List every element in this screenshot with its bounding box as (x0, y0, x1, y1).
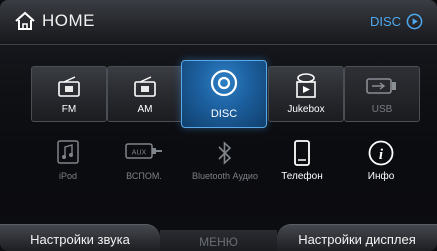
tile-label: Jukebox (287, 104, 325, 115)
tile-label: FM (61, 104, 77, 115)
usb-icon (366, 78, 396, 94)
now-playing-label: DISC (369, 14, 401, 29)
music-note-icon (57, 140, 79, 164)
tile-label: ВСПОМ. (126, 171, 162, 181)
info-icon: i (368, 140, 394, 166)
aux-icon: AUX (125, 143, 162, 159)
tile-disc[interactable]: DISC (181, 60, 267, 128)
tile-label: Телефон (281, 171, 323, 182)
disc-icon (210, 69, 238, 97)
radio-icon (58, 76, 80, 97)
bottom-bar: Настройки звука МЕНЮ Настройки дисплея (0, 224, 437, 251)
sound-settings-button[interactable]: Настройки звука (0, 224, 160, 251)
tile-aux[interactable]: AUX ВСПОМ. (114, 140, 174, 190)
tile-label: AM (137, 104, 153, 115)
tile-ipod[interactable]: iPod (38, 140, 98, 190)
menu-button[interactable]: МЕНЮ (160, 230, 277, 251)
tile-label: Инфо (367, 171, 395, 182)
header-bar: HOME DISC (0, 0, 437, 45)
tile-am[interactable]: AM (107, 66, 183, 122)
display-settings-button[interactable]: Настройки дисплея (277, 224, 437, 251)
tile-fm[interactable]: FM (31, 66, 107, 122)
bluetooth-icon (218, 141, 232, 165)
play-circle-icon (406, 13, 423, 30)
radio-icon (134, 76, 156, 97)
tile-jukebox[interactable]: Jukebox (268, 66, 344, 122)
tile-info[interactable]: i Инфо (351, 140, 411, 190)
tile-phone[interactable]: Телефон (272, 140, 332, 190)
phone-icon (294, 140, 310, 166)
jukebox-icon (296, 73, 316, 98)
tile-bluetooth-audio[interactable]: Bluetooth Аудио (192, 140, 258, 190)
now-playing-disc-button[interactable]: DISC (370, 13, 423, 30)
tile-label: USB (371, 104, 393, 115)
svg-text:AUX: AUX (132, 150, 147, 157)
home-screen: HOME DISC FM AM DISC Jukebox USB iPod AU… (0, 0, 437, 251)
tile-label: DISC (210, 108, 238, 120)
svg-text:i: i (379, 147, 384, 163)
home-icon[interactable] (13, 9, 37, 33)
page-title: HOME (42, 11, 95, 30)
tile-label: iPod (58, 171, 77, 181)
tile-usb[interactable]: USB (344, 66, 420, 122)
tile-label: Bluetooth Аудио (192, 171, 258, 181)
